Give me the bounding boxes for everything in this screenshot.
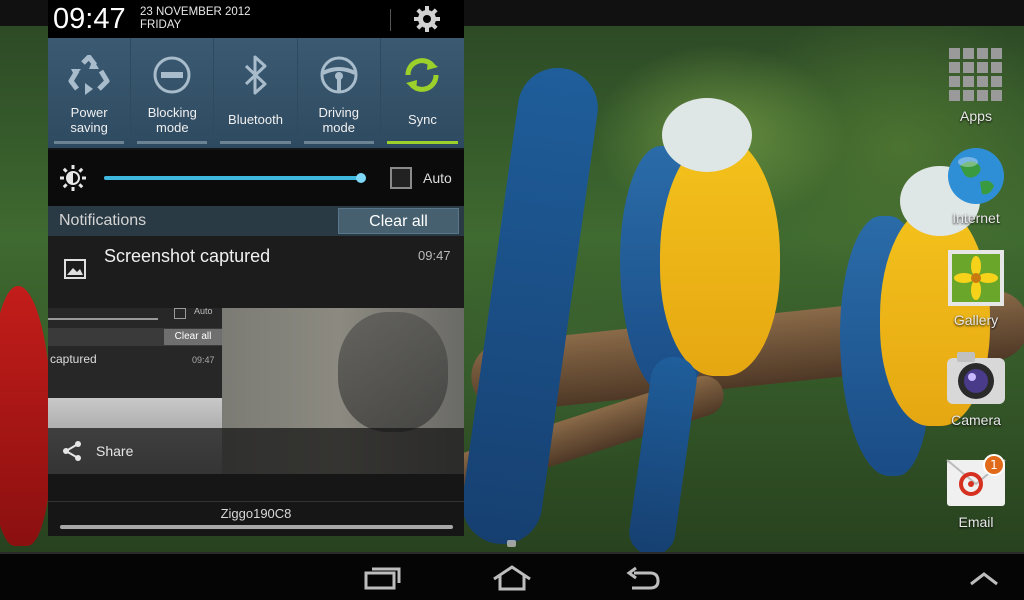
share-label: Share xyxy=(96,443,134,459)
brightness-icon xyxy=(58,164,88,192)
wallpaper-red-macaw xyxy=(0,286,52,546)
clock: 09:47 xyxy=(53,3,126,35)
sync-icon xyxy=(400,53,444,97)
toggle-indicator xyxy=(54,141,125,144)
date-text: 23 NOVEMBER 2012 xyxy=(140,6,251,18)
toggle-driving-mode[interactable]: Driving mode xyxy=(297,38,380,148)
email-badge: 1 xyxy=(983,454,1005,476)
preview-mini-header: Clear all xyxy=(48,328,222,346)
steering-wheel-icon xyxy=(317,53,361,97)
preview-mini-clear-all: Clear all xyxy=(164,329,222,345)
header-divider xyxy=(390,9,391,31)
panel-footer: Ziggo190C8 xyxy=(48,474,464,536)
notification-item[interactable]: Screenshot captured 09:47 xyxy=(48,236,464,308)
day-text: FRIDAY xyxy=(140,19,182,31)
navigation-bar xyxy=(0,552,1024,600)
home-page-indicator xyxy=(507,540,516,547)
shortcut-gallery[interactable]: Gallery xyxy=(938,248,1014,328)
toggle-indicator xyxy=(220,141,291,144)
settings-button[interactable] xyxy=(408,4,446,34)
shortcut-email[interactable]: 1 Email xyxy=(938,452,1014,530)
carrier-divider xyxy=(48,501,464,502)
panel-header: 09:47 23 NOVEMBER 2012 FRIDAY xyxy=(48,0,464,38)
shortcut-label: Gallery xyxy=(953,312,999,328)
image-icon xyxy=(62,256,88,282)
notification-panel: 09:47 23 NOVEMBER 2012 FRIDAY Power savi… xyxy=(48,0,464,536)
toggle-power-saving[interactable]: Power saving xyxy=(48,38,131,148)
wallpaper-macaw-head xyxy=(662,98,752,172)
expand-up-button[interactable] xyxy=(962,562,1006,594)
home-button[interactable] xyxy=(490,562,534,594)
preview-mini-notification: captured xyxy=(50,352,97,366)
notification-title: Screenshot captured xyxy=(104,246,271,266)
share-action[interactable]: Share xyxy=(48,428,464,474)
brightness-slider[interactable] xyxy=(104,173,366,183)
notifications-title: Notifications xyxy=(59,212,147,229)
wallpaper-macaw-body xyxy=(660,136,780,376)
toggle-blocking-mode[interactable]: Blocking mode xyxy=(131,38,214,148)
panel-drag-handle[interactable] xyxy=(60,525,453,529)
home-icon xyxy=(493,565,531,591)
apps-grid-icon xyxy=(949,48,1002,101)
toggle-label: Sync xyxy=(407,112,437,127)
shortcut-label: Apps xyxy=(960,108,992,124)
notification-time: 09:47 xyxy=(418,248,451,263)
auto-brightness-label: Auto xyxy=(423,170,452,186)
brightness-slider-fill xyxy=(104,176,361,180)
recycle-icon xyxy=(67,53,111,97)
brightness-row: Auto xyxy=(48,150,464,206)
date-block: 23 NOVEMBER 2012 FRIDAY xyxy=(140,6,251,32)
preview-mini-slider xyxy=(48,318,158,320)
shortcut-apps[interactable]: Apps xyxy=(938,46,1014,124)
shortcut-label: Camera xyxy=(951,412,1001,428)
recent-apps-icon xyxy=(364,567,401,590)
recent-apps-button[interactable] xyxy=(360,562,404,594)
gallery-icon xyxy=(948,250,1004,306)
preview-mini-auto: Auto xyxy=(194,308,213,316)
shortcut-camera[interactable]: Camera xyxy=(938,346,1014,428)
carrier-name: Ziggo190C8 xyxy=(220,506,292,521)
quick-settings: Power saving Blocking mode Bluetooth Dri… xyxy=(48,38,464,148)
shortcut-label: Internet xyxy=(952,210,1000,226)
toggle-indicator xyxy=(137,141,208,144)
bluetooth-icon xyxy=(234,53,278,97)
toggle-label: Blocking mode xyxy=(147,105,197,135)
wallpaper-macaw-tail xyxy=(456,62,604,550)
globe-icon xyxy=(948,148,1004,204)
toggle-label: Power saving xyxy=(70,105,108,135)
clear-all-button[interactable]: Clear all xyxy=(338,208,459,234)
toggle-label: Driving mode xyxy=(318,105,359,135)
back-icon xyxy=(626,566,660,590)
preview-mini-time: 09:47 xyxy=(192,355,215,365)
shortcut-internet[interactable]: Internet xyxy=(938,146,1014,226)
block-icon xyxy=(150,53,194,97)
share-icon xyxy=(63,441,81,461)
brightness-slider-thumb[interactable] xyxy=(355,173,366,183)
toggle-bluetooth[interactable]: Bluetooth xyxy=(214,38,297,148)
auto-brightness-checkbox[interactable] xyxy=(390,167,412,189)
shortcut-label: Email xyxy=(958,514,994,530)
toggle-sync[interactable]: Sync xyxy=(380,38,464,148)
preview-mini-checkbox xyxy=(174,308,186,319)
notifications-header: Notifications Clear all xyxy=(48,206,464,236)
toggle-indicator xyxy=(303,141,374,144)
toggle-label: Bluetooth xyxy=(228,112,283,127)
camera-icon xyxy=(947,352,1005,404)
preview-bird-image xyxy=(338,312,448,432)
back-button[interactable] xyxy=(620,562,664,594)
toggle-indicator xyxy=(386,141,458,144)
gear-icon xyxy=(414,6,440,32)
chevron-up-icon xyxy=(970,572,998,586)
